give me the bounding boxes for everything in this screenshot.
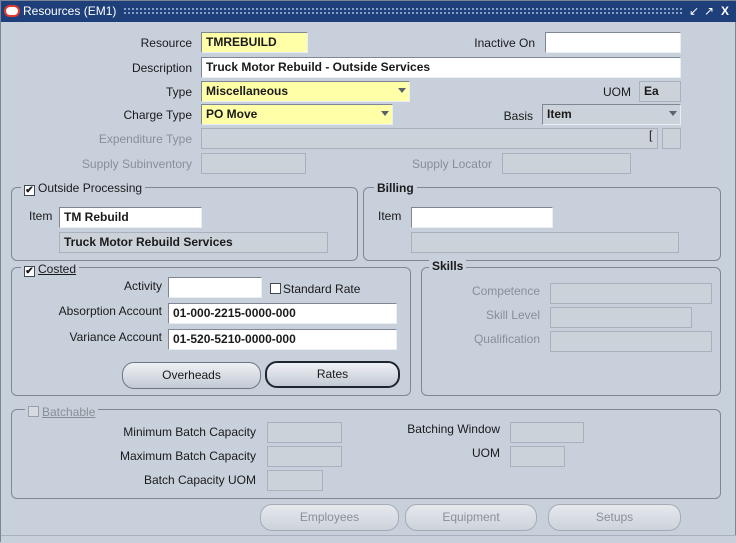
minimize-icon[interactable]: ↙: [687, 4, 701, 18]
uom-label: UOM: [603, 85, 631, 99]
resource-field[interactable]: TMREBUILD: [201, 32, 308, 53]
standard-rate-label: Standard Rate: [283, 282, 361, 296]
batch-uom-label: UOM: [472, 446, 500, 460]
outside-processing-title: ✔ Outside Processing: [21, 181, 146, 196]
absorption-account-field[interactable]: 01-000-2215-0000-000: [168, 303, 397, 324]
batchable-title: Batchable: [25, 405, 99, 419]
billing-title: Billing: [374, 181, 417, 195]
competence-field[interactable]: [550, 283, 712, 304]
equipment-button[interactable]: Equipment: [405, 504, 537, 531]
absorption-account-label: Absorption Account: [58, 304, 162, 318]
rates-button[interactable]: Rates: [265, 361, 400, 388]
min-batch-capacity-label: Minimum Batch Capacity: [123, 425, 256, 439]
max-batch-capacity-label: Maximum Batch Capacity: [119, 449, 256, 463]
expenditure-type-label: Expenditure Type: [98, 132, 192, 146]
close-icon[interactable]: X: [718, 4, 732, 18]
description-field[interactable]: Truck Motor Rebuild - Outside Services: [201, 57, 681, 78]
batching-window-field[interactable]: [510, 422, 584, 443]
batchable-group: [11, 409, 721, 499]
op-item-label: Item: [29, 209, 53, 223]
supply-subinventory-field[interactable]: [201, 153, 306, 174]
resources-window: Resources (EM1) ↙ ↗ X Resource TMREBUILD…: [0, 0, 736, 543]
costed-checkbox[interactable]: ✔: [24, 266, 35, 277]
supply-locator-label: Supply Locator: [411, 157, 492, 171]
inactive-on-field[interactable]: [545, 32, 681, 53]
overheads-button[interactable]: Overheads: [122, 362, 261, 389]
standard-rate-checkbox[interactable]: [270, 283, 281, 294]
chevron-down-icon: [381, 111, 389, 116]
batching-window-label: Batching Window: [407, 422, 500, 436]
expenditure-type-field[interactable]: [201, 128, 658, 149]
variance-account-label: Variance Account: [69, 330, 162, 344]
variance-account-field[interactable]: 01-520-5210-0000-000: [168, 329, 397, 350]
type-value: Miscellaneous: [206, 84, 289, 98]
employees-button[interactable]: Employees: [260, 504, 399, 531]
qualification-field[interactable]: [550, 331, 712, 352]
charge-type-select[interactable]: PO Move: [201, 104, 393, 125]
oracle-logo-icon: [4, 5, 20, 17]
type-select[interactable]: Miscellaneous: [201, 81, 410, 102]
basis-label: Basis: [503, 109, 533, 123]
setups-button[interactable]: Setups: [548, 504, 681, 531]
max-batch-capacity-field[interactable]: [267, 446, 342, 467]
batch-uom-field[interactable]: [510, 446, 565, 467]
skill-level-label: Skill Level: [485, 308, 540, 322]
inactive-on-label: Inactive On: [474, 36, 535, 50]
batch-capacity-uom-label: Batch Capacity UOM: [143, 473, 256, 487]
qualification-label: Qualification: [473, 332, 540, 346]
window-title: Resources (EM1): [23, 4, 117, 18]
outside-processing-checkbox[interactable]: ✔: [24, 185, 35, 196]
title-bar-grip: [123, 7, 683, 16]
billing-item-label: Item: [378, 209, 402, 223]
chevron-down-icon: [398, 88, 406, 93]
op-item-field[interactable]: TM Rebuild: [59, 207, 202, 228]
uom-field[interactable]: Ea: [639, 81, 681, 102]
outside-processing-label: Outside Processing: [38, 181, 143, 195]
supply-subinventory-label: Supply Subinventory: [81, 157, 192, 171]
skill-level-field[interactable]: [550, 307, 692, 328]
maximize-icon[interactable]: ↗: [702, 4, 716, 18]
costed-title: ✔ Costed: [21, 262, 80, 277]
resource-label: Resource: [140, 36, 192, 50]
basis-select[interactable]: Item: [542, 104, 681, 125]
activity-label: Activity: [123, 279, 162, 293]
activity-field[interactable]: [168, 277, 262, 298]
charge-type-value: PO Move: [206, 107, 258, 121]
description-label: Description: [131, 61, 192, 75]
chevron-down-icon: [669, 111, 677, 116]
type-label: Type: [165, 85, 192, 99]
batchable-checkbox[interactable]: [28, 406, 39, 417]
batch-capacity-uom-field[interactable]: [267, 470, 323, 491]
expenditure-flex-field[interactable]: [662, 128, 681, 149]
bracket-text: [: [649, 128, 653, 142]
supply-locator-field[interactable]: [502, 153, 631, 174]
title-bar[interactable]: Resources (EM1) ↙ ↗ X: [1, 1, 736, 22]
skills-title: Skills: [429, 259, 467, 273]
min-batch-capacity-field[interactable]: [267, 422, 342, 443]
basis-value: Item: [547, 107, 572, 121]
competence-label: Competence: [471, 284, 540, 298]
billing-item-description: [411, 232, 679, 253]
op-item-description: Truck Motor Rebuild Services: [59, 232, 328, 253]
charge-type-label: Charge Type: [123, 108, 193, 122]
batchable-label: Batchable: [42, 405, 96, 419]
billing-item-field[interactable]: [411, 207, 553, 228]
costed-label: Costed: [38, 262, 77, 276]
